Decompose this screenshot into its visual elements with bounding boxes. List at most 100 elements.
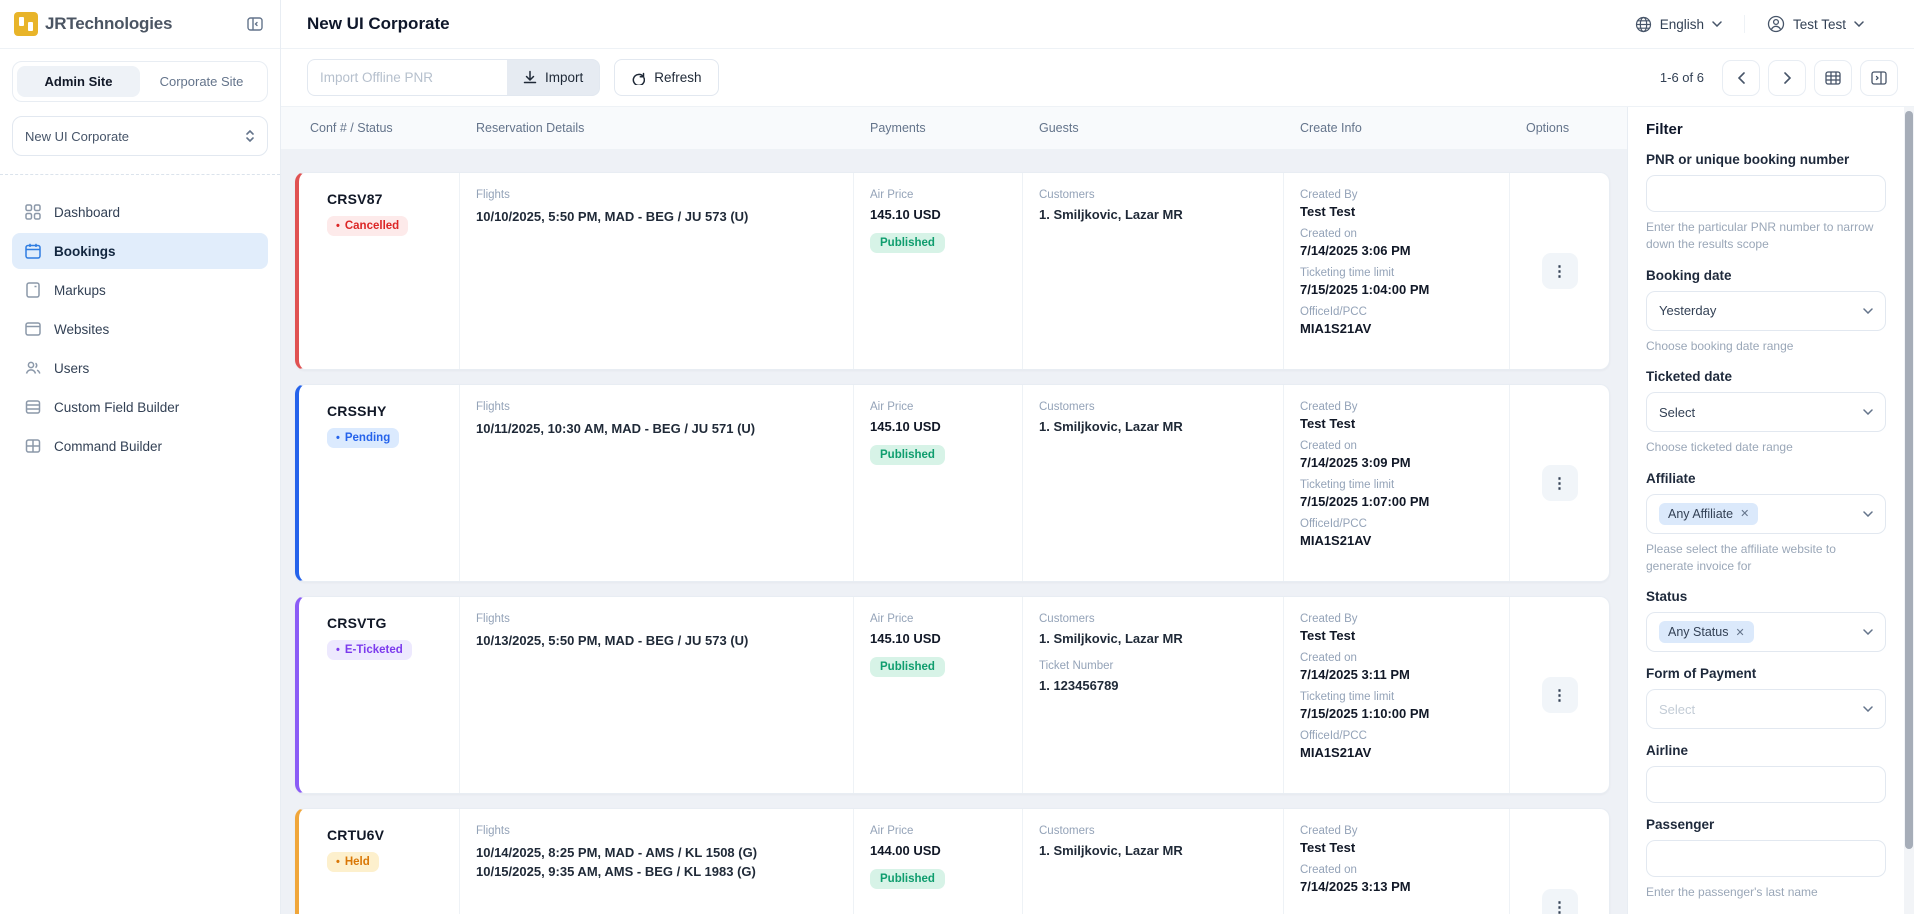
booking-status-badge: • Pending (327, 428, 400, 448)
sidebar-item-markups[interactable]: Markups (12, 272, 268, 308)
airline-filter-input[interactable] (1646, 766, 1886, 804)
sidebar-nav: Dashboard Bookings Markups Websites Users Cus… (0, 185, 280, 473)
sidebar-item-websites[interactable]: Websites (12, 311, 268, 347)
created-by-value: Test Test (1300, 204, 1356, 219)
table-icon (24, 437, 42, 455)
sidebar-item-label: Markups (54, 282, 106, 298)
office-id-pcc-label: OfficeId/PCC (1300, 306, 1367, 318)
tab-admin-site[interactable]: Admin Site (17, 66, 140, 97)
passenger-filter-input[interactable] (1646, 840, 1886, 878)
booking-conf-code: CRSVTG (327, 615, 387, 631)
ticketed-date-help: Choose ticketed date range (1646, 440, 1793, 455)
download-icon (523, 70, 537, 84)
next-page-button[interactable] (1768, 59, 1806, 96)
user-menu[interactable]: Test Test (1743, 15, 1886, 33)
created-on-value: 7/14/2025 3:06 PM (1300, 243, 1411, 258)
air-price-value: 145.10 USD (870, 419, 941, 434)
booking-status-badge: • E-Ticketed (327, 640, 412, 660)
scrollbar-thumb[interactable] (1905, 111, 1913, 849)
vertical-scrollbar[interactable] (1904, 107, 1914, 914)
sidebar-item-bookings[interactable]: Bookings (12, 233, 268, 269)
grid-icon (24, 203, 42, 221)
ticketed-date-select[interactable]: Select (1646, 392, 1886, 433)
tab-corporate-site[interactable]: Corporate Site (140, 66, 263, 97)
chevron-down-icon (1712, 21, 1722, 27)
booking-row: CRSVTG • E-Ticketed Flights 10/13/2025, 5… (295, 596, 1610, 794)
created-on-label: Created on (1300, 864, 1357, 876)
table-view-button[interactable] (1814, 59, 1852, 96)
pnr-filter-input[interactable] (1646, 175, 1886, 212)
prev-page-button[interactable] (1722, 59, 1760, 96)
row-options-button[interactable]: ⋮ (1541, 677, 1578, 713)
flight-line: 10/15/2025, 9:35 AM, AMS - BEG / KL 1983… (476, 864, 756, 879)
status-filter-select[interactable]: Any Status ✕ (1646, 612, 1886, 653)
pagination-label: 1-6 of 6 (1659, 70, 1704, 85)
created-on-label: Created on (1300, 440, 1357, 452)
booking-row: CRSSHY • Pending Flights 10/11/2025, 10:3… (295, 384, 1610, 582)
status-dot-icon: • (336, 644, 340, 656)
sidebar-item-custom-field-builder[interactable]: Custom Field Builder (12, 389, 268, 425)
flights-label: Flights (476, 189, 510, 201)
brand-logo: JRTechnologies (14, 12, 172, 36)
top-header: New UI Corporate English Test Test (281, 0, 1914, 49)
chevron-down-icon (1854, 21, 1864, 27)
air-price-value: 144.00 USD (870, 843, 941, 858)
sidebar-item-dashboard[interactable]: Dashboard (12, 194, 268, 230)
row-options-button[interactable]: ⋮ (1541, 465, 1578, 501)
refresh-button[interactable]: Refresh (614, 59, 719, 96)
sidebar: JRTechnologies Admin Site Corporate Site… (0, 0, 281, 914)
filter-panel-toggle-button[interactable] (1860, 59, 1898, 96)
ticketing-time-limit-label: Ticketing time limit (1300, 479, 1395, 491)
booking-date-select[interactable]: Yesterday (1646, 290, 1886, 331)
user-name: Test Test (1792, 16, 1846, 32)
sidebar-divider (0, 174, 280, 175)
ticketing-time-limit-value: 7/15/2025 1:10:00 PM (1300, 706, 1430, 721)
chevron-down-icon (1863, 409, 1873, 416)
price-status-badge: Published (870, 657, 945, 677)
chevron-left-icon (1737, 71, 1745, 84)
sidebar-item-label: Users (54, 360, 90, 376)
table-icon (1825, 70, 1841, 85)
calendar-icon (24, 242, 42, 260)
affiliate-label: Affiliate (1646, 470, 1696, 486)
language-selector[interactable]: English (1613, 16, 1744, 33)
form-of-payment-label: Form of Payment (1646, 666, 1757, 682)
workspace-select[interactable]: New UI Corporate (12, 116, 268, 156)
customers-label: Customers (1039, 189, 1095, 201)
site-toggle: Admin Site Corporate Site (12, 61, 268, 102)
form-of-payment-select[interactable]: Select (1646, 689, 1886, 730)
flight-line: 10/10/2025, 5:50 PM, MAD - BEG / JU 573 … (476, 209, 749, 224)
created-on-value: 7/14/2025 3:09 PM (1300, 455, 1411, 470)
air-price-label: Air Price (870, 613, 914, 625)
column-header: Guests (1039, 121, 1079, 135)
chip-close-icon[interactable]: ✕ (1735, 626, 1744, 639)
create-info: Created By Test Test Created on 7/14/2025 3… (1284, 597, 1510, 793)
sidebar-item-users[interactable]: Users (12, 350, 268, 386)
chip-close-icon[interactable]: ✕ (1740, 507, 1749, 520)
customer-name: 1. Smiljkovic, Lazar MR (1039, 419, 1183, 434)
ticketing-time-limit-label: Ticketing time limit (1300, 267, 1395, 279)
row-options-button[interactable]: ⋮ (1541, 253, 1578, 289)
sidebar-item-command-builder[interactable]: Command Builder (12, 428, 268, 464)
booking-conf-code: CRSV87 (327, 191, 383, 207)
chevron-down-icon (1863, 629, 1873, 636)
sidebar-collapse-icon[interactable] (246, 15, 264, 33)
row-options-button[interactable]: ⋮ (1541, 889, 1578, 914)
column-header: Conf # / Status (310, 121, 393, 135)
passenger-filter-label: Passenger (1646, 817, 1715, 833)
flight-lines: 10/11/2025, 10:30 AM, MAD - BEG / JU 571… (476, 419, 837, 438)
flight-lines: 10/14/2025, 8:25 PM, MAD - AMS / KL 1508… (476, 843, 837, 881)
column-header: Options (1526, 121, 1570, 135)
affiliate-chip: Any Affiliate ✕ (1659, 502, 1759, 525)
customers-label: Customers (1039, 401, 1095, 413)
import-pnr-input[interactable] (307, 59, 507, 96)
pnr-filter-help: Enter the particular PNR number to narro… (1646, 220, 1874, 252)
import-button[interactable]: Import (507, 59, 601, 96)
ticket-number-value: 1. 123456789 (1039, 678, 1119, 693)
created-by-value: Test Test (1300, 416, 1356, 431)
booking-status-badge: • Cancelled (327, 216, 409, 236)
sidebar-item-label: Bookings (54, 243, 116, 259)
created-by-value: Test Test (1300, 840, 1356, 855)
passenger-filter-help: Enter the passenger's last name (1646, 885, 1818, 900)
affiliate-select[interactable]: Any Affiliate ✕ (1646, 493, 1886, 534)
